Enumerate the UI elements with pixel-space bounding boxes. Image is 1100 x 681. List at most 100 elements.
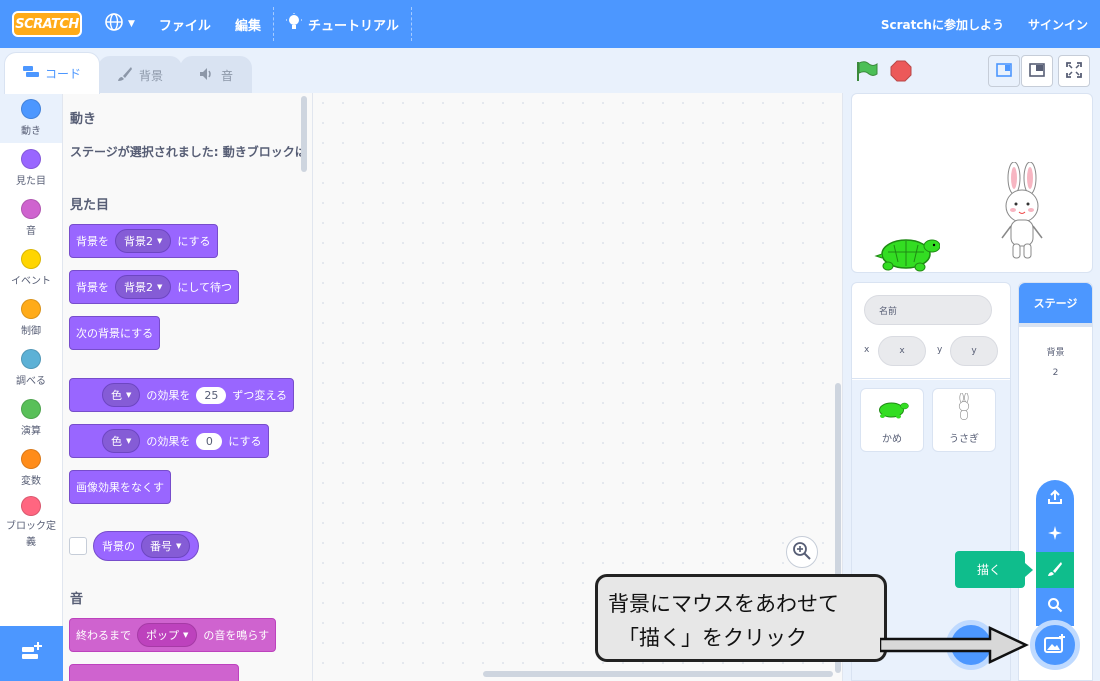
sign-in-link[interactable]: サインイン bbox=[1016, 0, 1100, 48]
sprite-tile-turtle[interactable]: かめ bbox=[860, 388, 924, 452]
choose-backdrop-button[interactable] bbox=[1030, 620, 1080, 670]
effect-dropdown[interactable]: 色 ▼ bbox=[102, 383, 141, 407]
backdrop-dropdown[interactable]: 背景2 ▼ bbox=[115, 229, 172, 253]
large-stage-button[interactable] bbox=[1021, 55, 1053, 87]
block-text: の音を鳴らす bbox=[203, 629, 270, 642]
y-position-field[interactable]: y bbox=[950, 336, 998, 366]
effect-amount-input[interactable]: 25 bbox=[196, 386, 227, 404]
surprise-backdrop-button[interactable] bbox=[1036, 516, 1074, 552]
x-label: x bbox=[864, 345, 870, 355]
add-extension-button[interactable] bbox=[0, 626, 63, 681]
y-label: y bbox=[937, 345, 943, 355]
sprite-tile-rabbit[interactable]: うさぎ bbox=[932, 388, 996, 452]
sprite-info-bar: 名前 x x y y bbox=[852, 283, 1010, 379]
paint-backdrop-button[interactable] bbox=[1036, 552, 1074, 588]
backdrops-count: 2 bbox=[1052, 368, 1059, 378]
dropdown-value: ポップ bbox=[146, 629, 179, 642]
partial-sound-block[interactable] bbox=[69, 664, 239, 681]
menu-bar: SCRATCH ▼ ファイル 編集 チュートリアル Scratchに参加しよう … bbox=[0, 0, 1100, 48]
switch-backdrop-wait-block[interactable]: 背景を 背景2 ▼ にして待つ bbox=[69, 270, 240, 304]
category-control[interactable]: 制御 bbox=[0, 293, 62, 343]
category-variables[interactable]: 変数 bbox=[0, 443, 62, 493]
tab-code-label: コード bbox=[45, 67, 82, 81]
next-backdrop-block[interactable]: 次の背景にする bbox=[69, 316, 161, 350]
backdrop-number-reporter[interactable]: 背景の 番号 ▼ bbox=[93, 531, 200, 561]
fullscreen-button[interactable] bbox=[1058, 55, 1090, 87]
category-label: 動き bbox=[21, 126, 41, 137]
reporter-checkbox[interactable] bbox=[69, 537, 87, 555]
backdrop-menu bbox=[1036, 480, 1074, 626]
category-sound[interactable]: 音 bbox=[0, 193, 62, 243]
category-my-blocks[interactable]: ブロック定義 bbox=[0, 493, 62, 553]
motion-stage-note: ステージが選択されました: 動きブロックは bbox=[70, 145, 307, 159]
palette-scrollbar[interactable] bbox=[301, 96, 307, 172]
effect-value-input[interactable]: 0 bbox=[196, 432, 223, 450]
change-effect-block[interactable]: 色 ▼ の効果を 25 ずつ変える bbox=[69, 378, 295, 412]
block-text: にして待つ bbox=[177, 281, 233, 294]
reporter-dropdown[interactable]: 番号 ▼ bbox=[141, 534, 191, 558]
block-text: 背景の bbox=[102, 540, 135, 553]
tab-code[interactable]: コード bbox=[4, 52, 101, 94]
chevron-down-icon: ▼ bbox=[128, 19, 135, 29]
category-label: 制御 bbox=[21, 326, 41, 337]
stop-button[interactable] bbox=[890, 60, 912, 85]
join-scratch-link[interactable]: Scratchに参加しよう bbox=[869, 0, 1016, 48]
category-looks[interactable]: 見た目 bbox=[0, 143, 62, 193]
sound-heading: 音 bbox=[70, 592, 84, 607]
category-motion[interactable]: 動き bbox=[0, 93, 62, 143]
file-menu[interactable]: ファイル bbox=[147, 0, 223, 48]
green-flag-button[interactable] bbox=[855, 60, 879, 85]
block-categories: 動き 見た目 音 イベント 制御 調べる 演算 変数 ブロック定義 bbox=[0, 93, 63, 626]
category-dot bbox=[21, 349, 41, 369]
upload-backdrop-button[interactable] bbox=[1036, 480, 1074, 516]
play-sound-until-done-block[interactable]: 終わるまで ポップ ▼ の音を鳴らす bbox=[69, 618, 277, 652]
rabbit-sprite[interactable] bbox=[994, 161, 1050, 265]
backdrop-dropdown[interactable]: 背景2 ▼ bbox=[115, 275, 172, 299]
dropdown-value: 色 bbox=[111, 389, 122, 402]
tab-backdrops[interactable]: 背景 bbox=[98, 56, 183, 94]
dropdown-value: 背景2 bbox=[124, 281, 153, 294]
set-effect-block[interactable]: 色 ▼ の効果を 0 にする bbox=[69, 424, 269, 458]
category-label: 見た目 bbox=[16, 176, 46, 187]
category-dot bbox=[21, 495, 41, 516]
switch-backdrop-block[interactable]: 背景を 背景2 ▼ にする bbox=[69, 224, 218, 258]
stage-canvas[interactable] bbox=[851, 93, 1093, 273]
code-icon bbox=[23, 66, 39, 81]
tutorials-menu[interactable]: チュートリアル bbox=[274, 0, 411, 48]
chevron-down-icon: ▼ bbox=[157, 283, 163, 291]
category-dot bbox=[21, 299, 41, 319]
motion-heading: 動き bbox=[70, 112, 97, 127]
search-backdrop-button[interactable] bbox=[1036, 588, 1074, 624]
language-menu[interactable]: ▼ bbox=[92, 0, 147, 48]
turtle-thumbnail bbox=[875, 399, 909, 422]
search-icon bbox=[1047, 597, 1063, 616]
looks-heading: 見た目 bbox=[70, 198, 110, 213]
effect-dropdown[interactable]: 色 ▼ bbox=[102, 429, 141, 453]
category-label: 音 bbox=[26, 226, 36, 237]
tab-sounds[interactable]: 音 bbox=[180, 56, 253, 94]
zoom-in-button[interactable] bbox=[786, 536, 818, 568]
edit-menu[interactable]: 編集 bbox=[223, 0, 273, 48]
category-events[interactable]: イベント bbox=[0, 243, 62, 293]
green-flag-icon bbox=[855, 61, 879, 85]
category-operators[interactable]: 演算 bbox=[0, 393, 62, 443]
block-text: の効果を bbox=[146, 435, 191, 448]
category-sensing[interactable]: 調べる bbox=[0, 343, 62, 393]
sound-dropdown[interactable]: ポップ ▼ bbox=[137, 623, 198, 647]
sprite-name-field[interactable]: 名前 bbox=[864, 295, 992, 325]
category-label: ブロック定義 bbox=[6, 520, 56, 548]
fullscreen-icon bbox=[1066, 61, 1082, 81]
x-position-field[interactable]: x bbox=[878, 336, 926, 366]
chevron-down-icon: ▼ bbox=[157, 237, 163, 245]
scratch-logo[interactable]: SCRATCH bbox=[12, 11, 82, 37]
dropdown-value: 番号 bbox=[150, 540, 172, 553]
menu-divider bbox=[410, 7, 412, 41]
script-horizontal-scrollbar[interactable] bbox=[483, 671, 833, 677]
block-text: にする bbox=[228, 435, 262, 448]
sparkle-icon bbox=[1047, 525, 1063, 544]
block-text: ずつ変える bbox=[232, 389, 288, 402]
clear-effects-block[interactable]: 画像効果をなくす bbox=[69, 470, 171, 504]
small-stage-button[interactable] bbox=[988, 55, 1020, 87]
category-dot bbox=[21, 249, 41, 269]
turtle-sprite[interactable] bbox=[874, 232, 941, 272]
